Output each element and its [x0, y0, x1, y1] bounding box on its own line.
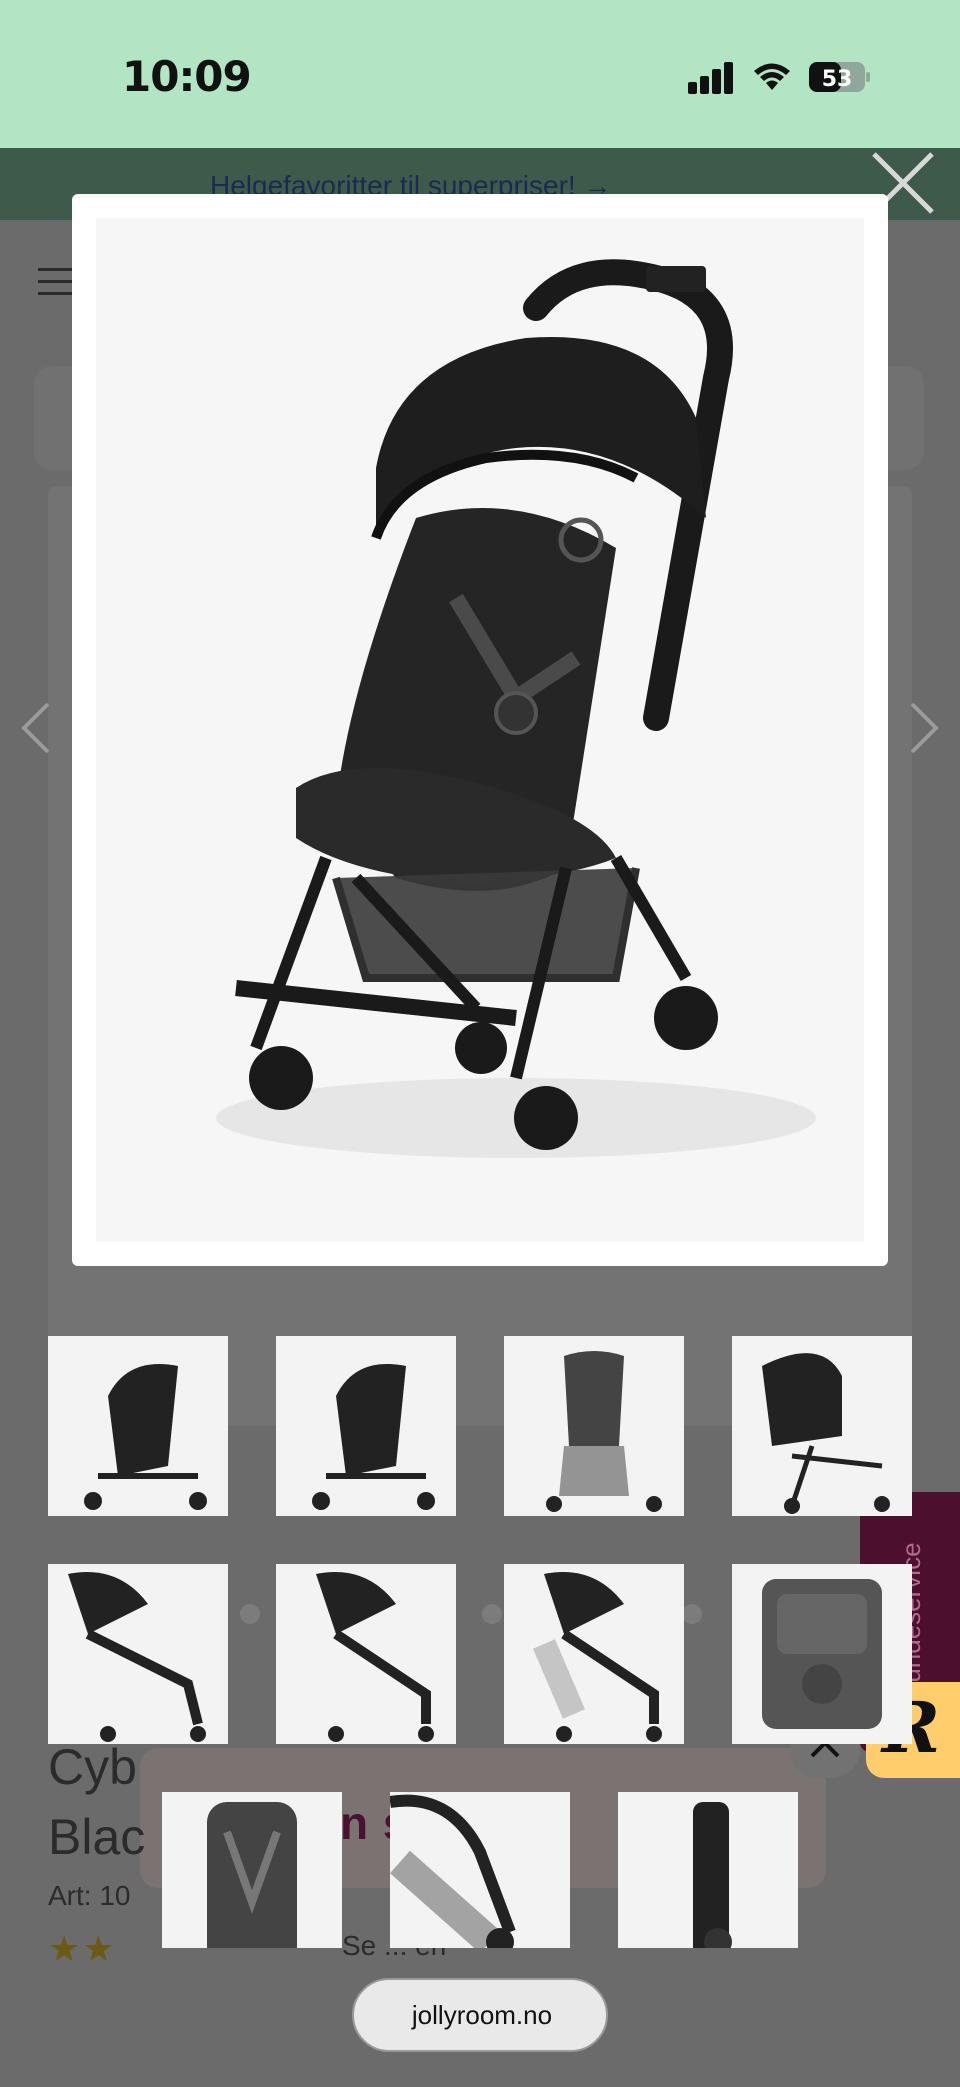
browser-url-bar[interactable]: jollyroom.no	[352, 1978, 608, 2052]
carousel-dot[interactable]	[482, 1604, 502, 1624]
main-product-image	[96, 218, 864, 1242]
thumbnail[interactable]	[390, 1792, 570, 1948]
article-label: Art:	[48, 1880, 92, 1911]
wifi-icon	[752, 60, 792, 92]
battery-icon: 53	[808, 60, 872, 94]
carousel-dot[interactable]	[682, 1604, 702, 1624]
url-text: jollyroom.no	[411, 2000, 553, 2030]
thumbnail[interactable]	[504, 1336, 684, 1516]
status-bar: 10:09 53	[0, 0, 960, 148]
product-title-line1: Cyb	[48, 1739, 137, 1795]
thumbnail[interactable]	[732, 1564, 912, 1744]
thumbnail[interactable]	[618, 1792, 798, 1948]
signal-icon	[688, 62, 736, 94]
thumbnail[interactable]	[276, 1564, 456, 1744]
carousel-dot[interactable]	[240, 1604, 260, 1624]
product-title-line2: Blac	[48, 1809, 146, 1865]
thumbnail[interactable]	[162, 1792, 342, 1948]
thumbnail[interactable]	[48, 1336, 228, 1516]
chevron-right-icon[interactable]	[906, 700, 942, 756]
thumbnail[interactable]	[732, 1336, 912, 1516]
thumbnail[interactable]	[48, 1564, 228, 1744]
chevron-left-icon[interactable]	[18, 700, 54, 756]
battery-level: 53	[822, 67, 853, 92]
status-time: 10:09	[122, 52, 252, 101]
thumbnail[interactable]	[504, 1564, 684, 1744]
article-number: Art: 10	[48, 1880, 131, 1912]
hamburger-menu-icon[interactable]	[38, 268, 74, 296]
article-value: 10	[99, 1880, 131, 1911]
thumbnail[interactable]	[276, 1336, 456, 1516]
rating-stars: ★★	[48, 1928, 117, 1969]
